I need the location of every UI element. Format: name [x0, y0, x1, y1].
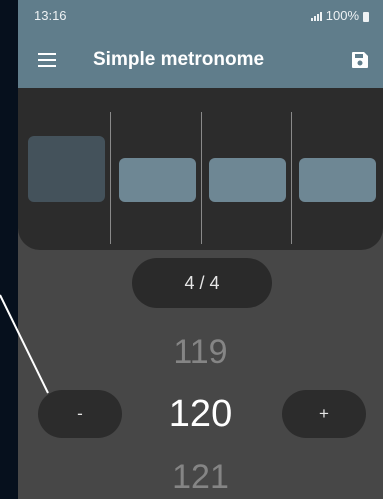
beat-3[interactable] — [209, 158, 286, 202]
beat-divider — [201, 112, 202, 244]
status-time: 13:16 — [34, 8, 67, 23]
tempo-previous[interactable]: 119 — [18, 333, 383, 372]
signal-icon — [310, 11, 322, 21]
increase-tempo-button[interactable]: + — [282, 390, 366, 438]
decrease-tempo-button[interactable]: - — [38, 390, 122, 438]
app-bar: Simple metronome — [18, 30, 383, 88]
status-bar: 13:16 100% — [18, 0, 383, 30]
beat-4[interactable] — [299, 158, 376, 202]
beat-panel — [18, 88, 383, 250]
tempo-next[interactable]: 121 — [18, 458, 383, 497]
save-icon[interactable] — [351, 51, 369, 69]
beat-1[interactable] — [28, 136, 105, 202]
status-right: 100% — [310, 8, 369, 23]
battery-icon — [363, 11, 369, 22]
metronome-screen: 13:16 100% Simple metronome 4 / 4 119 12… — [18, 0, 383, 499]
beat-divider — [291, 112, 292, 244]
battery-percent: 100% — [325, 8, 359, 23]
menu-icon[interactable] — [38, 53, 56, 67]
time-signature-button[interactable]: 4 / 4 — [132, 258, 272, 308]
beat-2[interactable] — [119, 158, 196, 202]
page-title: Simple metronome — [93, 49, 265, 70]
beat-divider — [110, 112, 111, 244]
